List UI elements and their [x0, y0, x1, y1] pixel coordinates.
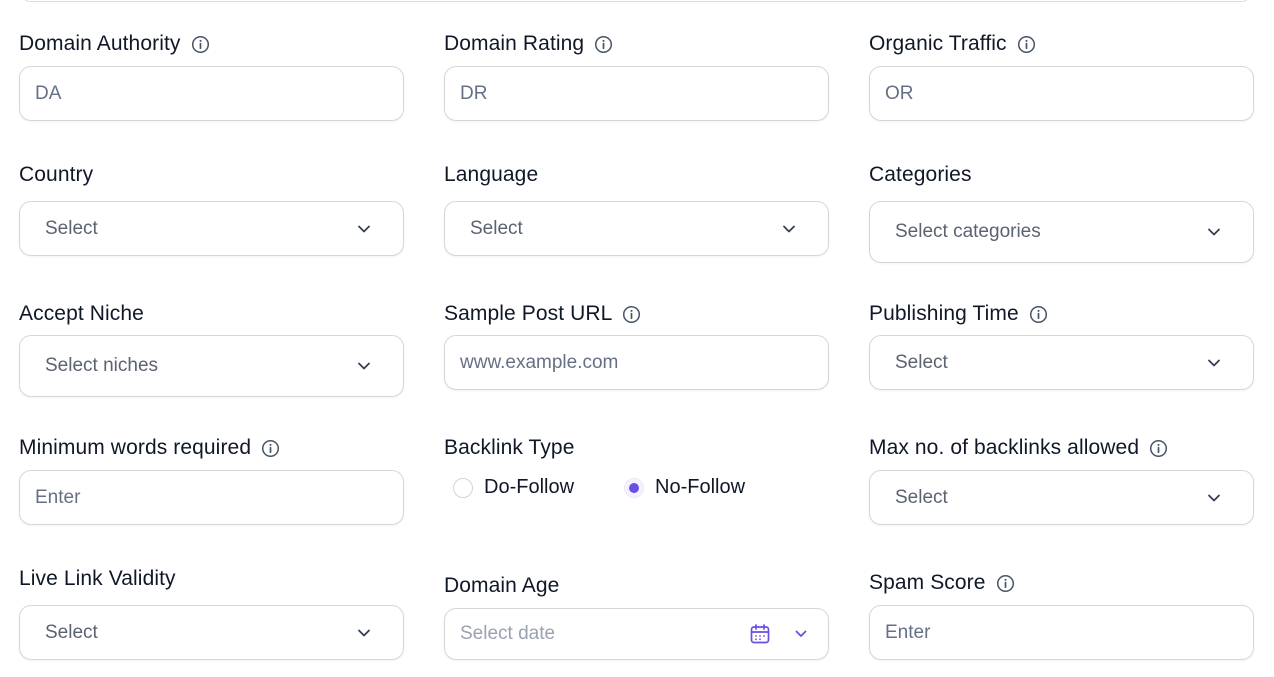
max-backlinks-value: Select — [895, 486, 948, 508]
domain-authority-placeholder: DA — [35, 82, 62, 104]
niche-value: Select niches — [45, 355, 159, 376]
categories-value: Select categories — [895, 221, 1041, 242]
info-icon[interactable] — [622, 305, 641, 324]
field-max-backlinks: Max no. of backlinks allowed Select — [869, 434, 1254, 525]
country-select[interactable]: Select — [19, 201, 404, 256]
label-sample-post-url: Sample Post URL — [444, 302, 613, 325]
live-link-validity-value: Select — [45, 621, 98, 643]
backlink-type-radio-group: Do-Follow No-Follow — [444, 476, 745, 499]
publishing-time-value: Select — [895, 351, 948, 373]
minimum-words-input[interactable]: Enter — [19, 470, 404, 525]
label-domain-age: Domain Age — [444, 574, 560, 597]
field-language: Language Select — [444, 161, 829, 256]
info-icon[interactable] — [594, 35, 613, 54]
chevron-down-icon — [355, 357, 373, 375]
radio-label-do-follow: Do-Follow — [484, 476, 575, 498]
chevron-down-icon — [355, 220, 373, 238]
info-icon[interactable] — [1017, 35, 1036, 54]
niche-select[interactable]: Select niches — [19, 335, 404, 397]
field-sample-post-url: Sample Post URL www.example.com — [444, 300, 829, 390]
info-icon[interactable] — [1029, 305, 1048, 324]
info-icon[interactable] — [996, 574, 1015, 593]
chevron-down-icon — [1205, 489, 1223, 507]
radio-label-no-follow: No-Follow — [655, 476, 746, 498]
chevron-down-icon — [1205, 223, 1223, 241]
label-country: Country — [19, 163, 94, 186]
radio-checked-icon[interactable] — [624, 477, 645, 498]
chevron-down-icon — [792, 625, 810, 643]
domain-age-placeholder: Select date — [460, 623, 556, 644]
label-spam-score: Spam Score — [869, 571, 986, 594]
live-link-validity-select[interactable]: Select — [19, 605, 404, 660]
chevron-down-icon — [1205, 354, 1223, 372]
max-backlinks-select[interactable]: Select — [869, 470, 1254, 525]
chevron-down-icon — [355, 624, 373, 642]
minimum-words-placeholder: Enter — [35, 486, 81, 508]
organic-traffic-input[interactable]: OR — [869, 66, 1254, 121]
label-domain-rating: Domain Rating — [444, 32, 585, 55]
label-minimum-words: Minimum words required — [19, 436, 252, 459]
label-language: Language — [444, 163, 539, 186]
country-value: Select — [45, 217, 98, 239]
field-accept-niche: Accept Niche Select niches — [19, 300, 404, 397]
language-select[interactable]: Select — [444, 201, 829, 256]
sample-post-url-placeholder: www.example.com — [460, 351, 619, 373]
field-domain-age: Domain Age Select date — [444, 572, 829, 660]
organic-traffic-placeholder: OR — [885, 82, 914, 104]
label-accept-niche: Accept Niche — [19, 302, 144, 325]
domain-rating-input[interactable]: DR — [444, 66, 829, 121]
categories-select[interactable]: Select categories — [869, 201, 1254, 263]
field-minimum-words: Minimum words required Enter — [19, 434, 404, 525]
field-backlink-type: Backlink Type Do-Follow No-Follow — [444, 434, 829, 498]
field-domain-authority: Domain Authority DA — [19, 30, 404, 121]
field-domain-rating: Domain Rating DR — [444, 30, 829, 121]
domain-authority-input[interactable]: DA — [19, 66, 404, 121]
field-publishing-time: Publishing Time Select — [869, 300, 1254, 390]
top-card-edge — [22, 0, 1250, 2]
sample-post-url-input[interactable]: www.example.com — [444, 335, 829, 390]
radio-no-follow[interactable]: No-Follow — [624, 476, 745, 499]
label-live-link-validity: Live Link Validity — [19, 567, 176, 590]
spam-score-placeholder: Enter — [885, 621, 931, 643]
label-publishing-time: Publishing Time — [869, 302, 1019, 325]
calendar-icon[interactable] — [748, 622, 772, 646]
domain-age-datepicker[interactable]: Select date — [444, 608, 829, 660]
info-icon[interactable] — [261, 439, 280, 458]
radio-unchecked-icon[interactable] — [453, 477, 473, 498]
info-icon[interactable] — [1149, 439, 1168, 458]
field-live-link-validity: Live Link Validity Select — [19, 565, 404, 660]
field-categories: Categories Select categories — [869, 161, 1254, 263]
language-value: Select — [470, 217, 523, 239]
field-spam-score: Spam Score Enter — [869, 569, 1254, 660]
domain-rating-placeholder: DR — [460, 82, 488, 104]
label-max-backlinks: Max no. of backlinks allowed — [869, 436, 1140, 459]
label-backlink-type: Backlink Type — [444, 436, 575, 459]
field-country: Country Select — [19, 161, 404, 256]
chevron-down-icon — [780, 220, 798, 238]
label-organic-traffic: Organic Traffic — [869, 32, 1007, 55]
publishing-time-select[interactable]: Select — [869, 335, 1254, 390]
label-categories: Categories — [869, 163, 972, 186]
spam-score-input[interactable]: Enter — [869, 605, 1254, 660]
radio-do-follow[interactable]: Do-Follow — [453, 476, 574, 499]
info-icon[interactable] — [191, 35, 210, 54]
label-domain-authority: Domain Authority — [19, 32, 181, 55]
field-organic-traffic: Organic Traffic OR — [869, 30, 1254, 121]
